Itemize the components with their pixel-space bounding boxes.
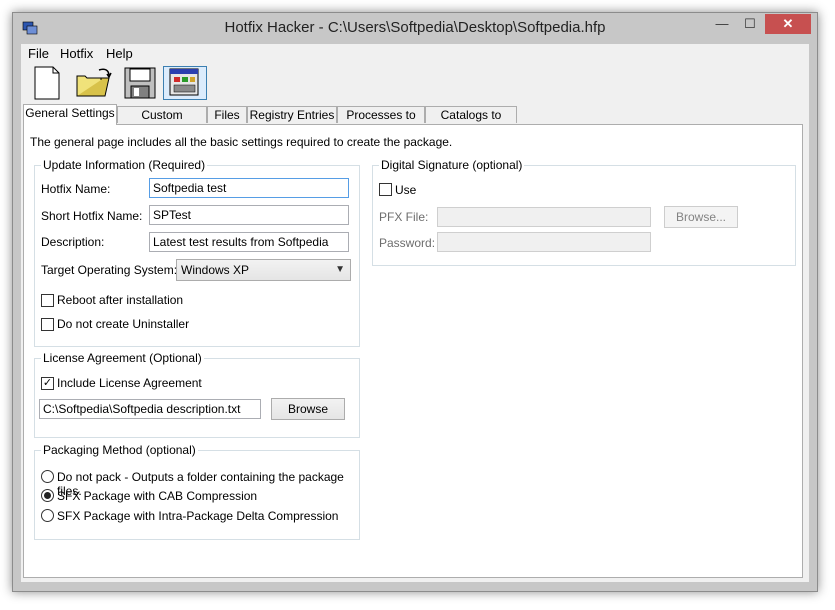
build-button[interactable]	[163, 66, 207, 100]
window-title: Hotfix Hacker - C:\Users\Softpedia\Deskt…	[224, 19, 606, 36]
menu-hotfix[interactable]: Hotfix	[60, 46, 93, 61]
tab-strip: General Settings Custom Sections Files R…	[21, 104, 809, 139]
general-settings-panel: The general page includes all the basic …	[23, 124, 803, 578]
open-button[interactable]	[71, 66, 115, 100]
hotfix-name-input[interactable]: Softpedia test	[149, 178, 349, 198]
new-button[interactable]	[25, 66, 69, 100]
digital-signature-group: Digital Signature (optional) Use PFX Fil…	[372, 158, 796, 266]
update-information-group: Update Information (Required) Hotfix Nam…	[34, 158, 360, 347]
no-uninstaller-label: Do not create Uninstaller	[57, 317, 190, 331]
pfx-file-input[interactable]	[437, 207, 651, 227]
license-agreement-title: License Agreement (Optional)	[41, 351, 204, 365]
tab-catalogs-to-install[interactable]: Catalogs to Install	[425, 106, 517, 139]
page-description: The general page includes all the basic …	[30, 135, 453, 149]
tab-processes-to-run[interactable]: Processes to run	[337, 106, 425, 139]
use-signature-label: Use	[395, 183, 417, 197]
target-os-value: Windows XP	[181, 263, 250, 277]
password-input[interactable]	[437, 232, 651, 252]
hotfix-name-label: Hotfix Name:	[41, 182, 111, 196]
maximize-button[interactable]: ☐	[737, 14, 763, 34]
menu-file[interactable]: File	[28, 46, 49, 61]
no-uninstaller-checkbox[interactable]	[41, 318, 54, 331]
pack-cab-label: SFX Package with CAB Compression	[57, 489, 258, 503]
minimize-button[interactable]: —	[709, 14, 735, 34]
pack-delta-label: SFX Package with Intra-Package Delta Com…	[57, 509, 339, 523]
save-button[interactable]	[117, 66, 161, 100]
reboot-checkbox[interactable]	[41, 294, 54, 307]
pfx-browse-button[interactable]: Browse...	[664, 206, 738, 228]
pack-delta-radio[interactable]	[41, 509, 54, 522]
tab-files[interactable]: Files	[207, 106, 247, 123]
target-os-select[interactable]: Windows XP ▼	[176, 259, 351, 281]
license-agreement-group: License Agreement (Optional) ✓ Include L…	[34, 351, 360, 438]
tab-custom-sections[interactable]: Custom Sections	[117, 106, 207, 139]
chevron-down-icon: ▼	[335, 264, 345, 275]
description-label: Description:	[41, 235, 105, 249]
build-package-icon	[169, 68, 199, 96]
title-bar[interactable]: Hotfix Hacker - C:\Users\Softpedia\Deskt…	[13, 13, 817, 43]
description-input[interactable]: Latest test results from Softpedia	[149, 232, 349, 252]
pack-none-radio[interactable]	[41, 470, 54, 483]
menu-bar: File Hotfix Help	[21, 44, 809, 64]
include-license-label: Include License Agreement	[57, 376, 202, 390]
client-area: General Settings Custom Sections Files R…	[21, 64, 809, 582]
app-window: Hotfix Hacker - C:\Users\Softpedia\Deskt…	[12, 12, 818, 592]
close-button[interactable]: ✕	[765, 14, 811, 34]
license-browse-button[interactable]: Browse	[271, 398, 345, 420]
digital-signature-title: Digital Signature (optional)	[379, 158, 525, 172]
target-os-label: Target Operating System:	[41, 263, 178, 277]
reboot-label: Reboot after installation	[57, 293, 184, 307]
save-disk-icon	[124, 67, 156, 99]
include-license-checkbox[interactable]: ✓	[41, 377, 54, 390]
password-label: Password:	[379, 236, 436, 250]
open-folder-icon	[76, 68, 112, 97]
update-information-title: Update Information (Required)	[41, 158, 208, 172]
use-signature-checkbox[interactable]	[379, 183, 392, 196]
menu-help[interactable]: Help	[106, 46, 133, 61]
packaging-method-group: Packaging Method (optional) Do not pack …	[34, 443, 360, 540]
new-file-icon	[34, 66, 60, 100]
packaging-method-title: Packaging Method (optional)	[41, 443, 198, 457]
pfx-file-label: PFX File:	[379, 210, 429, 224]
pack-cab-radio[interactable]	[41, 489, 54, 502]
short-hotfix-name-label: Short Hotfix Name:	[41, 209, 143, 223]
tab-registry-entries[interactable]: Registry Entries	[247, 106, 337, 123]
tab-general-settings[interactable]: General Settings	[23, 104, 117, 125]
license-path-input[interactable]: C:\Softpedia\Softpedia description.txt	[39, 399, 261, 419]
short-hotfix-name-input[interactable]: SPTest	[149, 205, 349, 225]
